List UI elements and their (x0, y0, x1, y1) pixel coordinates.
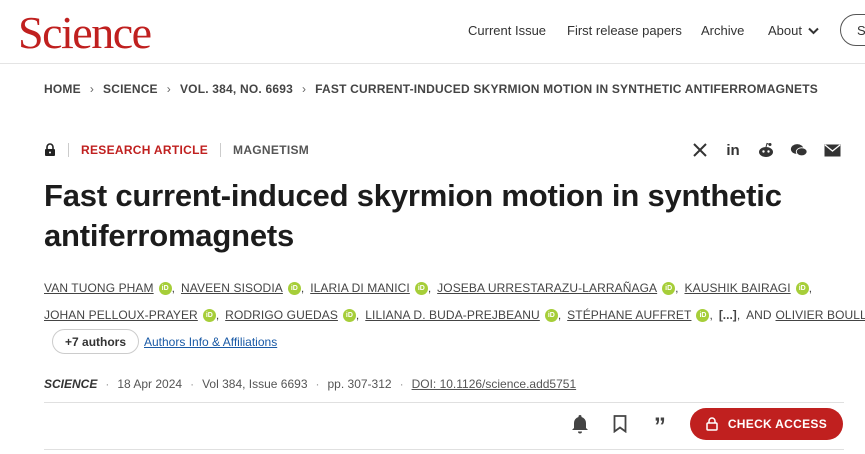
author-link[interactable]: OLIVIER BOULLE (776, 308, 865, 322)
separator-dot: · (399, 377, 404, 391)
authors-and: AND (746, 308, 772, 322)
email-icon[interactable] (823, 141, 841, 159)
author-link[interactable]: JOSEBA URRESTARAZU-LARRAÑAGA (437, 281, 657, 295)
nav-current-issue[interactable]: Current Issue (468, 23, 546, 38)
more-authors-button[interactable]: +7 authors (52, 329, 140, 354)
authors-info-link[interactable]: Authors Info & Affiliations (144, 335, 277, 349)
divider (68, 143, 69, 157)
author-link[interactable]: VAN TUONG PHAM (44, 281, 154, 295)
site-logo[interactable]: Science (18, 8, 152, 58)
author-link[interactable]: NAVEEN SISODIA (181, 281, 283, 295)
chevron-right-icon: › (166, 82, 171, 96)
author-link[interactable]: STÉPHANE AUFFRET (567, 308, 691, 322)
article-title: Fast current-induced skyrmion motion in … (44, 178, 782, 253)
publication-date: 18 Apr 2024 (117, 377, 183, 391)
wechat-icon[interactable] (790, 141, 808, 159)
breadcrumb: HOME › SCIENCE › VOL. 384, NO. 6693 › FA… (44, 82, 818, 96)
search-label: S (857, 23, 865, 38)
divider (220, 143, 222, 157)
orcid-icon[interactable]: iD (202, 308, 216, 322)
separator-dot: · (105, 377, 110, 391)
orcid-icon[interactable]: iD (696, 308, 710, 322)
author-list-line-1: VAN TUONG PHAM iD, NAVEEN SISODIA iD, ILAR… (44, 281, 813, 295)
volume-issue[interactable]: Vol 384, Issue 6693 (202, 377, 307, 391)
site-header: Science Current Issue First release pape… (0, 0, 865, 64)
orcid-icon[interactable]: iD (158, 281, 172, 295)
article-meta: RESEARCH ARTICLE MAGNETISM (44, 143, 309, 157)
linkedin-icon[interactable]: in (724, 141, 742, 159)
nav-about[interactable]: About (768, 23, 819, 38)
journal-name[interactable]: SCIENCE (44, 377, 97, 391)
nav-about-label: About (768, 23, 802, 38)
author-link[interactable]: JOHAN PELLOUX-PRAYER (44, 308, 198, 322)
chevron-right-icon: › (89, 82, 95, 96)
lock-icon (706, 417, 718, 431)
bookmark-icon[interactable] (610, 414, 630, 434)
author-link[interactable]: ILARIA DI MANICI (310, 281, 410, 295)
doi-link[interactable]: DOI: 10.1126/science.add5751 (412, 377, 577, 391)
orcid-icon[interactable]: iD (795, 281, 809, 295)
chevron-down-icon (808, 27, 819, 34)
publication-info: SCIENCE · 18 Apr 2024 · Vol 384, Issue 6… (44, 377, 576, 391)
cite-quote-icon[interactable]: ” (650, 411, 670, 439)
article-actions: ” CHECK ACCESS (570, 408, 843, 440)
article-type[interactable]: RESEARCH ARTICLE (81, 143, 208, 157)
breadcrumb-article: FAST CURRENT-INDUCED SKYRMION MOTION IN … (315, 82, 818, 96)
share-bar: in (691, 141, 841, 159)
authors-ellipsis[interactable]: [...] (719, 308, 737, 322)
orcid-icon[interactable]: iD (544, 308, 558, 322)
reddit-icon[interactable] (757, 141, 775, 159)
orcid-icon[interactable]: iD (414, 281, 428, 295)
author-link[interactable]: RODRIGO GUEDAS (225, 308, 338, 322)
breadcrumb-home[interactable]: HOME (44, 82, 81, 96)
author-list-line-2: JOHAN PELLOUX-PRAYER iD, RODRIGO GUEDAS iD… (44, 308, 865, 322)
nav-first-release[interactable]: First release papers (567, 23, 682, 38)
check-access-button[interactable]: CHECK ACCESS (689, 408, 843, 440)
divider (44, 402, 844, 403)
author-link[interactable]: KAUSHIK BAIRAGI (684, 281, 790, 295)
bell-icon[interactable] (570, 414, 590, 434)
chevron-right-icon: › (301, 82, 307, 96)
orcid-icon[interactable]: iD (662, 281, 676, 295)
lock-icon (45, 143, 55, 156)
orcid-icon[interactable]: iD (342, 308, 356, 322)
search-button[interactable]: S (840, 14, 865, 46)
breadcrumb-science[interactable]: SCIENCE (103, 82, 158, 96)
divider (44, 449, 844, 450)
breadcrumb-volume[interactable]: VOL. 384, NO. 6693 (180, 82, 293, 96)
author-link[interactable]: LILIANA D. BUDA-PREJBEANU (365, 308, 540, 322)
x-twitter-icon[interactable] (691, 141, 709, 159)
separator-dot: · (190, 377, 195, 391)
nav-archive[interactable]: Archive (701, 23, 744, 38)
separator-dot: · (315, 377, 320, 391)
page-range: pp. 307-312 (327, 377, 392, 391)
orcid-icon[interactable]: iD (287, 281, 301, 295)
article-subject[interactable]: MAGNETISM (233, 143, 309, 157)
check-access-label: CHECK ACCESS (727, 417, 827, 431)
